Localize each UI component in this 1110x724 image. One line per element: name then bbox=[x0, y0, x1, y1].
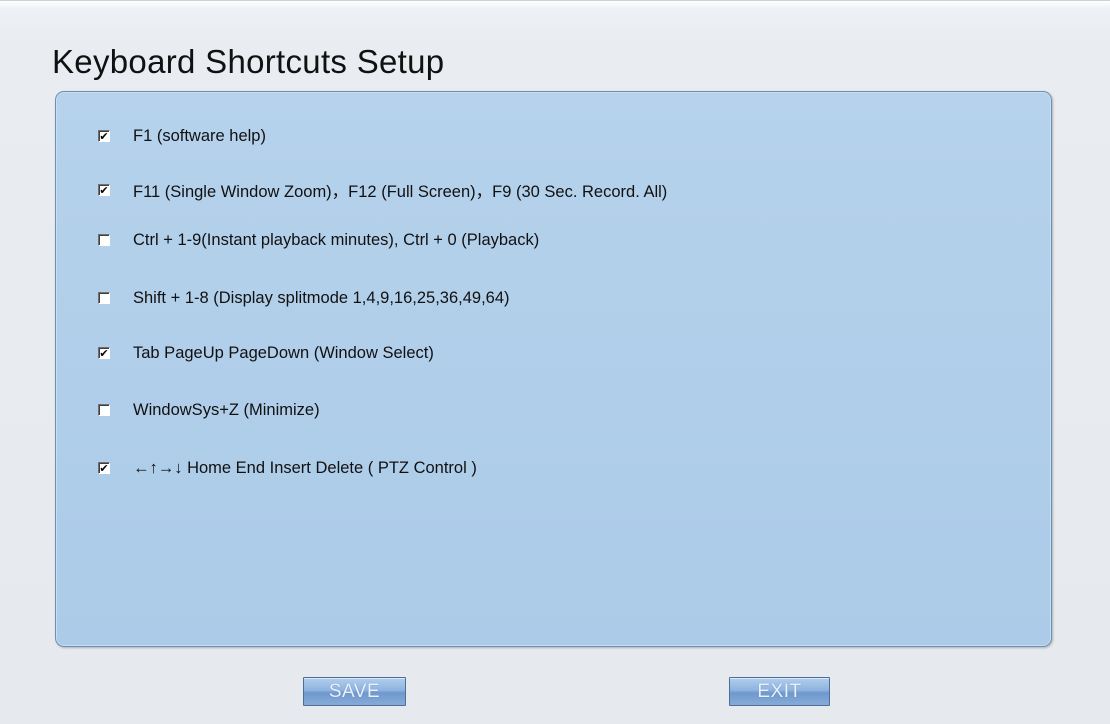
checkbox-shift-splitmode[interactable] bbox=[98, 292, 110, 304]
option-label-shift-splitmode: Shift + 1-8 (Display splitmode 1,4,9,16,… bbox=[133, 288, 510, 307]
option-label-ptz-control: ←↑→↓ Home End Insert Delete ( PTZ Contro… bbox=[133, 458, 477, 477]
option-row-ptz-control[interactable]: ✔ ←↑→↓ Home End Insert Delete ( PTZ Cont… bbox=[98, 457, 477, 479]
option-row-f1-help[interactable]: ✔ F1 (software help) bbox=[98, 125, 266, 147]
checkbox-minimize[interactable] bbox=[98, 404, 110, 416]
option-row-shift-splitmode[interactable]: Shift + 1-8 (Display splitmode 1,4,9,16,… bbox=[98, 287, 510, 309]
page-title: Keyboard Shortcuts Setup bbox=[52, 43, 445, 80]
checkbox-f1-help[interactable]: ✔ bbox=[98, 130, 110, 142]
checkbox-ctrl-playback[interactable] bbox=[98, 234, 110, 246]
save-button[interactable]: SAVE bbox=[303, 677, 406, 706]
checkbox-zoom-fullscreen-record[interactable]: ✔ bbox=[98, 184, 110, 196]
checkbox-ptz-control[interactable]: ✔ bbox=[98, 462, 110, 474]
option-row-window-select[interactable]: ✔ Tab PageUp PageDown (Window Select) bbox=[98, 342, 434, 364]
shortcuts-window: Keyboard Shortcuts Setup ✔ F1 (software … bbox=[0, 0, 1110, 724]
option-label-zoom-fullscreen-record: F11 (Single Window Zoom)，F12 (Full Scree… bbox=[133, 183, 668, 201]
option-label-f1-help: F1 (software help) bbox=[133, 126, 266, 145]
option-label-minimize: WindowSys+Z (Minimize) bbox=[133, 400, 320, 419]
option-row-minimize[interactable]: WindowSys+Z (Minimize) bbox=[98, 399, 320, 421]
exit-button[interactable]: EXIT bbox=[729, 677, 830, 706]
option-label-window-select: Tab PageUp PageDown (Window Select) bbox=[133, 343, 434, 362]
window-top-edge bbox=[0, 1, 1110, 9]
options-panel bbox=[55, 91, 1052, 647]
checkbox-window-select[interactable]: ✔ bbox=[98, 347, 110, 359]
option-row-zoom-fullscreen-record[interactable]: ✔ F11 (Single Window Zoom)，F12 (Full Scr… bbox=[98, 179, 667, 201]
option-label-ctrl-playback: Ctrl + 1-9(Instant playback minutes), Ct… bbox=[133, 230, 540, 249]
option-row-ctrl-playback[interactable]: Ctrl + 1-9(Instant playback minutes), Ct… bbox=[98, 229, 539, 251]
